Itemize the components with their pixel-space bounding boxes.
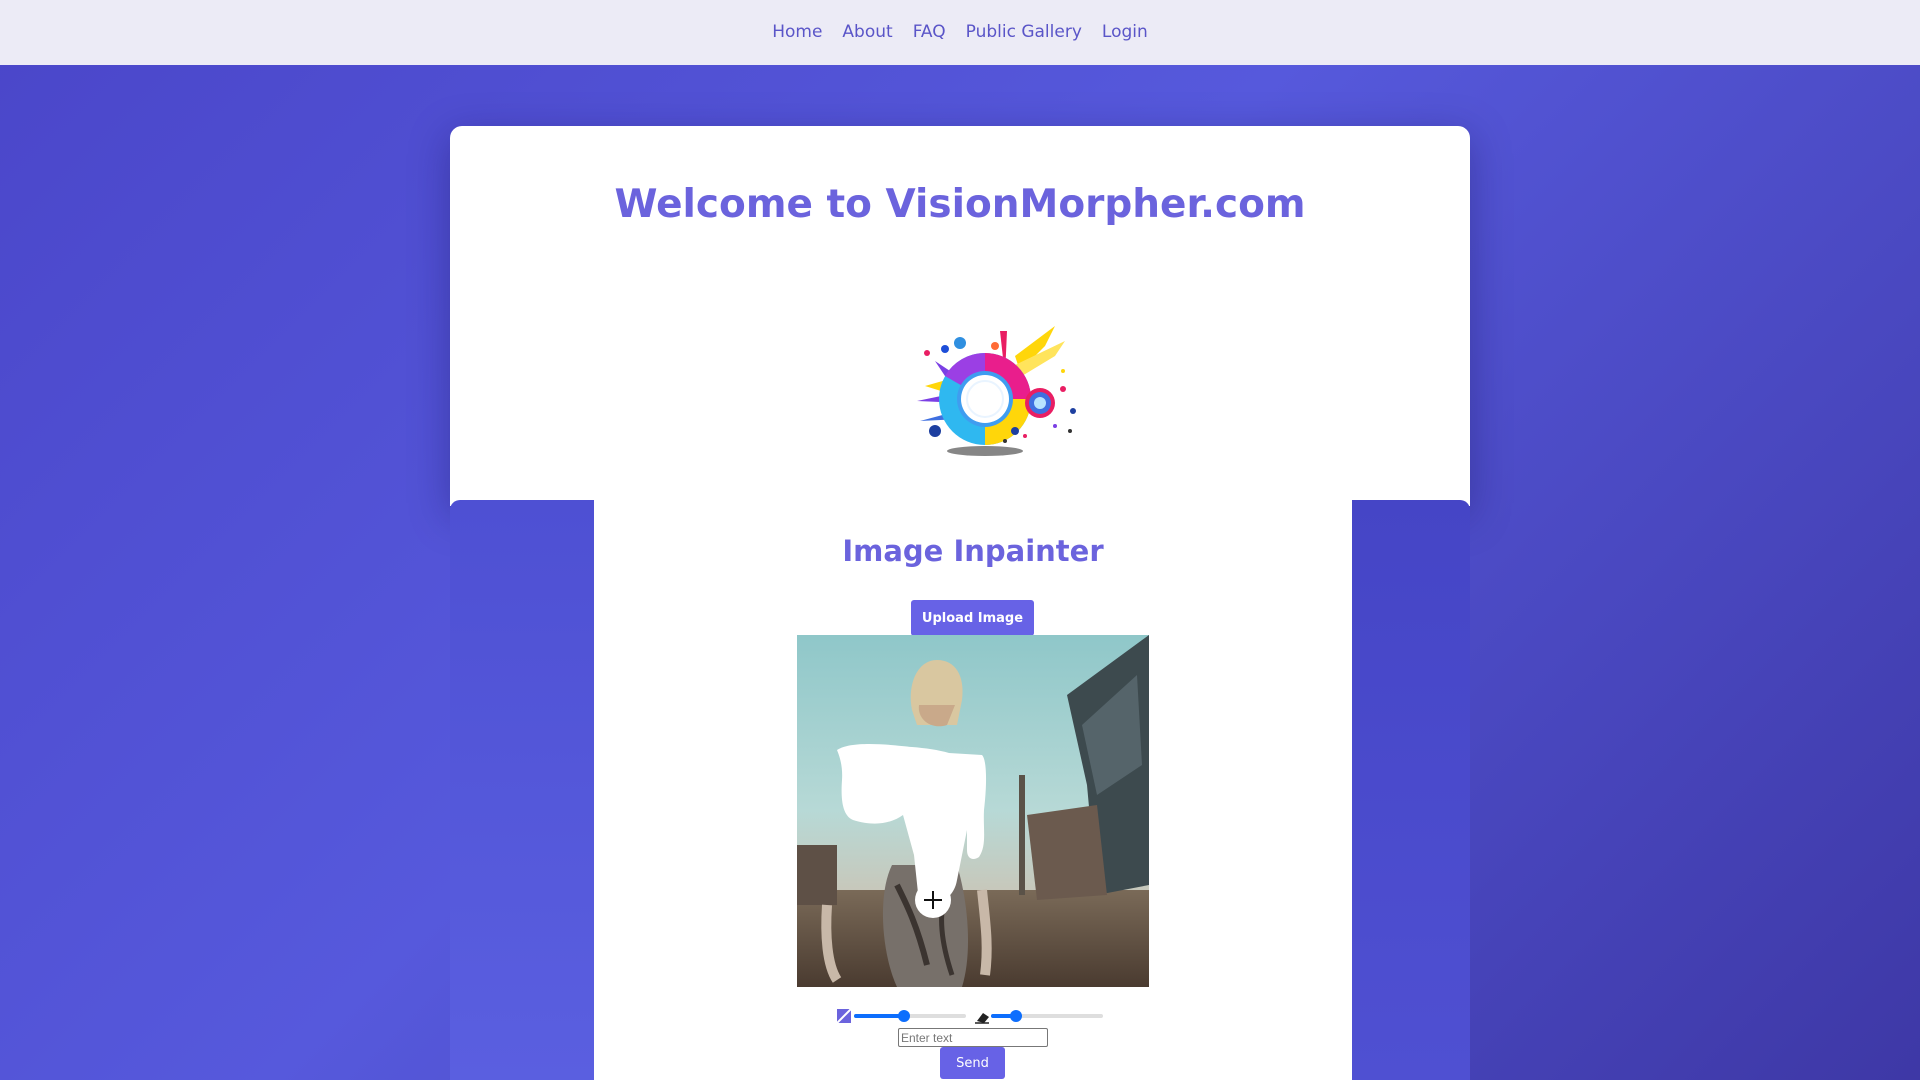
brush-size-slider[interactable]	[854, 1010, 966, 1022]
brush-size-icon	[836, 1008, 852, 1024]
nav-about-link[interactable]: About	[842, 22, 892, 44]
left-side-panel	[450, 500, 594, 1080]
page-title: Welcome to VisionMorpher.com	[614, 182, 1306, 227]
upload-image-button[interactable]: Upload Image	[911, 600, 1034, 636]
brush-controls	[836, 1005, 1107, 1025]
vision-logo-icon	[865, 291, 1105, 491]
top-navbar: Home About FAQ Public Gallery Login	[0, 0, 1920, 65]
nav-public-gallery-link[interactable]: Public Gallery	[966, 22, 1082, 44]
nav-login-link[interactable]: Login	[1102, 22, 1148, 44]
prompt-text-input[interactable]	[898, 1028, 1048, 1047]
eraser-icon	[975, 1013, 989, 1024]
nav-home-link[interactable]: Home	[772, 22, 822, 44]
eraser-size-slider[interactable]	[991, 1010, 1103, 1022]
uploaded-photo	[797, 635, 1149, 987]
inpainter-panel: Image Inpainter Upload Image Enter text …	[594, 500, 1352, 1080]
send-button[interactable]: Send	[940, 1047, 1005, 1079]
nav-faq-link[interactable]: FAQ	[913, 22, 946, 44]
inpainter-title: Image Inpainter	[842, 534, 1104, 568]
right-side-panel	[1352, 500, 1470, 1080]
welcome-card: Welcome to VisionMorpher.com	[450, 126, 1470, 506]
inpainting-canvas[interactable]	[797, 635, 1149, 987]
